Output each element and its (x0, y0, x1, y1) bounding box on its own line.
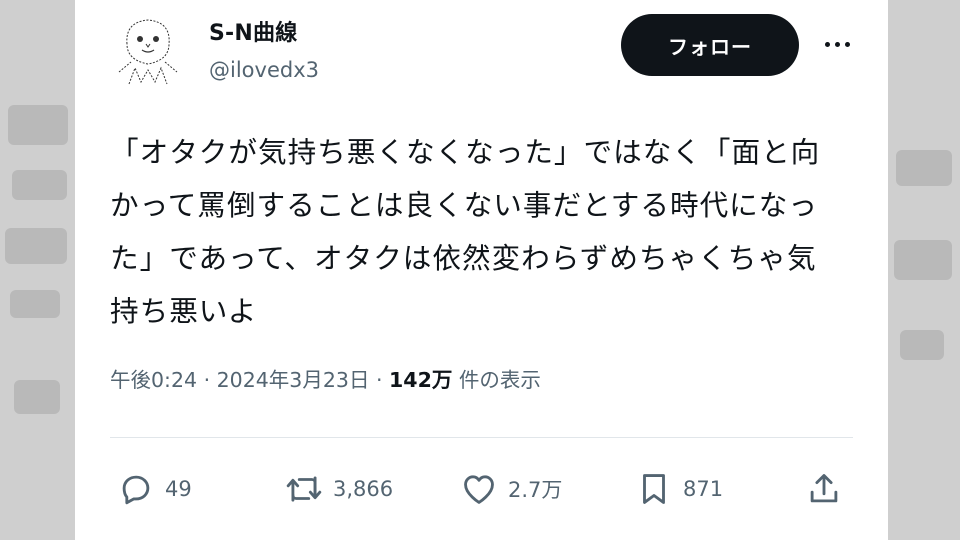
like-count: 2.7万 (508, 478, 563, 502)
tweet-text: 「オタクが気持ち悪くなくなった」ではなく「面と向かって罵倒することは良くない事だ… (110, 135, 821, 328)
meta-separator: · (203, 368, 211, 392)
like-icon (464, 475, 494, 504)
retweet-icon (286, 476, 322, 502)
tweet-date[interactable]: 2024年3月23日 (217, 368, 370, 392)
author-handle[interactable]: @ilovedx3 (209, 58, 319, 82)
share-icon (810, 474, 838, 503)
tweet-card: S-N曲線 @ilovedx3 フォロー 「オタクが気持ち悪くなくなった」ではな… (75, 0, 888, 540)
retweet-count: 3,866 (333, 477, 394, 501)
reply-icon (122, 475, 150, 505)
avatar[interactable] (109, 10, 187, 88)
avatar-drawing (109, 10, 187, 88)
bookmark-icon (643, 474, 665, 504)
views-count: 142万 (389, 368, 453, 392)
reply-count: 49 (165, 477, 192, 501)
meta-separator: · (375, 368, 383, 392)
views-label: 件の表示 (458, 368, 541, 392)
bookmark-button[interactable]: 871 (635, 467, 723, 511)
reply-button[interactable]: 49 (117, 467, 192, 511)
more-icon[interactable] (819, 32, 855, 56)
like-button[interactable]: 2.7万 (460, 467, 562, 511)
author-name[interactable]: S-N曲線 (209, 15, 297, 47)
retweet-button[interactable]: 3,866 (285, 467, 393, 511)
bookmark-count: 871 (683, 477, 724, 501)
follow-button[interactable]: フォロー (621, 14, 799, 76)
tweet-time[interactable]: 午後0:24 (110, 368, 197, 392)
tweet-meta: 午後0:24 · 2024年3月23日 · 142万 件の表示 (110, 363, 541, 393)
background-left (0, 0, 75, 540)
divider (110, 437, 853, 438)
background-right (888, 0, 960, 540)
action-bar: 49 3,866 2.7万 871 (117, 467, 857, 511)
share-button[interactable] (805, 467, 843, 511)
